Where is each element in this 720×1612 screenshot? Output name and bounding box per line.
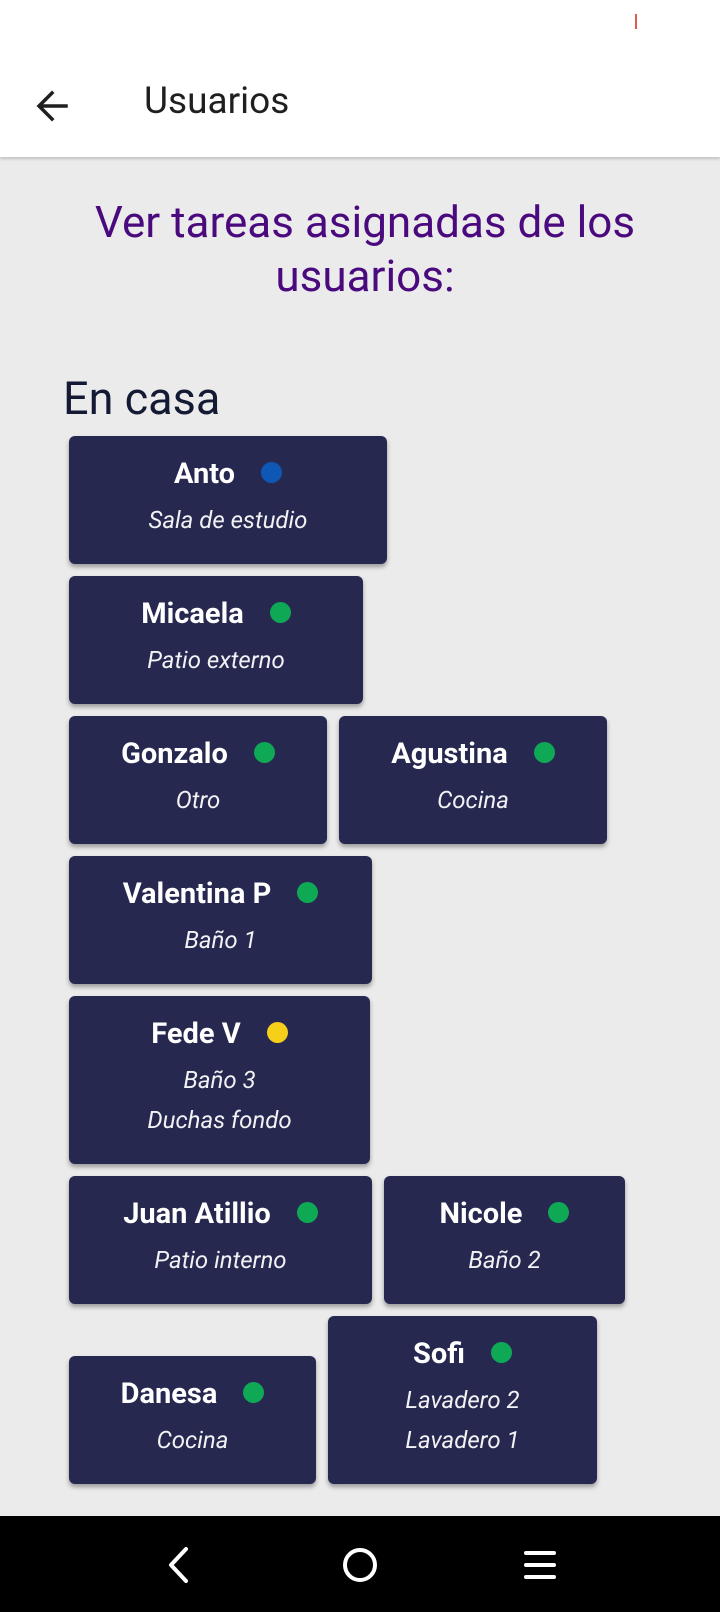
user-location: Cocina [156,1426,229,1454]
status-bar [0,0,720,50]
status-dot [269,601,291,623]
user-card-danesa[interactable]: Danesa Cocina [69,1356,316,1484]
user-name: Micaela [141,597,244,631]
user-location: Baño 1 [184,926,257,954]
user-location: Patio interno [154,1246,287,1274]
user-location: Lavadero 2 [405,1386,520,1414]
user-name: Valentina P [122,877,272,911]
user-card-anto[interactable]: Anto Sala de estudio [69,436,387,564]
user-name: Danesa [120,1377,218,1411]
app-bar: Usuarios [0,50,720,157]
user-name: Juan Atillio [123,1197,271,1231]
user-card-sofi[interactable]: Sofi Lavadero 2 Lavadero 1 [328,1316,597,1484]
user-card-valentina-p[interactable]: Valentina P Baño 1 [69,856,372,984]
status-dot [297,881,319,903]
user-card-agustina[interactable]: Agustina Cocina [339,716,607,844]
user-card-nicole[interactable]: Nicole Baño 2 [384,1176,625,1304]
status-dot [243,1381,265,1403]
section-title: En casa [63,372,221,425]
nav-back-button[interactable] [154,1542,204,1588]
nav-home-button[interactable] [335,1542,385,1588]
system-nav-bar [0,1516,720,1612]
page-title: Usuarios [144,80,290,123]
heading: Ver tareas asignadas de los usuarios: [94,196,636,302]
user-name: Nicole [439,1197,523,1231]
user-location: Lavadero 1 [405,1426,520,1454]
user-name: Agustina [391,737,508,771]
user-name: Anto [173,457,236,491]
user-location: Cocina [437,786,509,814]
status-dot [261,461,283,483]
user-card-gonzalo[interactable]: Gonzalo Otro [69,716,327,844]
user-card-juan-atillio[interactable]: Juan Atillio Patio interno [69,1176,372,1304]
user-location: Patio externo [147,646,285,674]
home-icon [343,1548,377,1582]
user-location: Sala de estudio [148,506,308,534]
user-location: Otro [175,786,221,814]
user-card-micaela[interactable]: Micaela Patio externo [69,576,363,704]
status-indicator [635,14,637,29]
status-dot [490,1341,512,1363]
arrow-left-icon [36,90,68,122]
user-location: Baño 2 [468,1246,541,1274]
status-dot [533,741,555,763]
back-button[interactable] [30,83,82,129]
user-name: Sofi [413,1337,465,1371]
status-dot [296,1201,318,1223]
back-icon [169,1547,188,1583]
menu-icon [524,1551,556,1579]
nav-menu-button[interactable] [515,1542,565,1588]
status-dot [253,741,275,763]
status-dot [548,1201,570,1223]
status-dot [266,1021,288,1043]
user-name: Gonzalo [121,737,228,771]
user-location: Duchas fondo [147,1106,292,1134]
user-name: Fede V [151,1017,241,1051]
user-card-fede-v[interactable]: Fede V Baño 3 Duchas fondo [69,996,370,1164]
user-location: Baño 3 [183,1066,256,1094]
